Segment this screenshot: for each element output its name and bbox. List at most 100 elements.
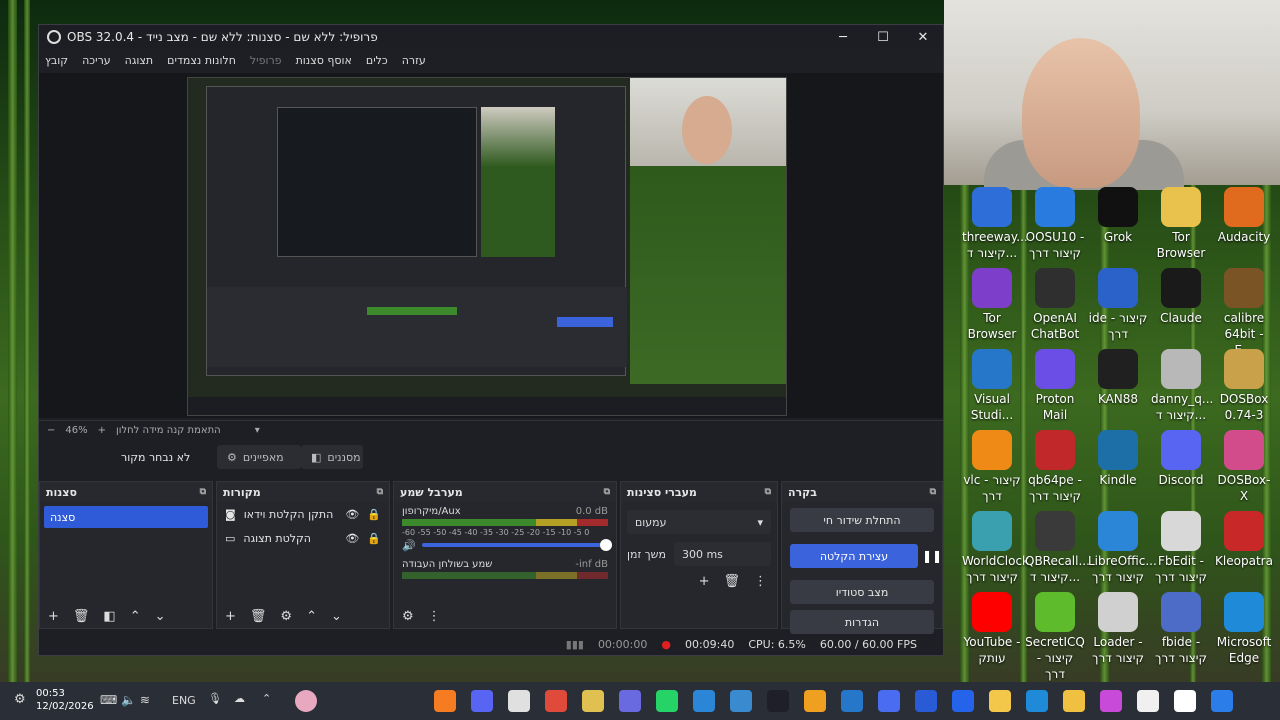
taskbar-app-icon[interactable]: [434, 690, 456, 712]
taskbar-app-icon[interactable]: [841, 690, 863, 712]
taskbar-app-icon[interactable]: [656, 690, 678, 712]
remove-scene-icon[interactable]: 🗑: [73, 609, 90, 624]
chevron-up-icon[interactable]: ⌃: [262, 692, 271, 705]
eye-icon[interactable]: 👁: [345, 508, 359, 521]
scene-filter-icon[interactable]: ◧: [103, 609, 115, 624]
taskbar-app-icon[interactable]: [619, 690, 641, 712]
source-settings-icon[interactable]: ⚙: [280, 609, 292, 624]
taskbar-app-icon[interactable]: [1174, 690, 1196, 712]
cloud-icon[interactable]: ☁: [234, 692, 245, 705]
desktop-icon[interactable]: Claude: [1151, 266, 1211, 326]
desktop-icon[interactable]: QBRecall... קיצור ד...: [1025, 509, 1090, 585]
desktop-icon[interactable]: Proton Mail: [1025, 347, 1085, 423]
desktop-icon[interactable]: DOSBox 0.74-3: [1214, 347, 1274, 423]
desktop-icon[interactable]: Visual Studi...: [962, 347, 1022, 423]
taskbar-app-icon[interactable]: [545, 690, 567, 712]
desktop-icon[interactable]: threeway... קיצור ד...: [962, 185, 1028, 261]
desktop-icon[interactable]: Tor Browser: [962, 266, 1022, 342]
desktop-icon[interactable]: fbide - קיצור דרך: [1151, 590, 1211, 666]
desktop-icon[interactable]: SecretICQ - קיצור דרך: [1025, 590, 1085, 682]
desktop-icon[interactable]: KAN88: [1088, 347, 1148, 407]
taskbar-app-icon[interactable]: [915, 690, 937, 712]
desktop-icon[interactable]: danny_q... קיצור ד...: [1151, 347, 1213, 423]
zoom-out-icon[interactable]: −: [47, 425, 55, 436]
transition-menu-icon[interactable]: ⋮: [754, 574, 767, 589]
zoom-in-icon[interactable]: +: [98, 425, 106, 436]
undock-icon[interactable]: ⧉: [377, 487, 383, 497]
desktop-icon[interactable]: YouTube - עותק: [962, 590, 1022, 666]
preview-area[interactable]: [39, 73, 943, 418]
mic-volume-slider[interactable]: [421, 539, 612, 551]
desktop-icon[interactable]: DOSBox-X: [1214, 428, 1274, 504]
desktop-icon[interactable]: WorldClock קיצור דרך: [962, 509, 1029, 585]
pause-icon[interactable]: ❚❚: [922, 549, 942, 563]
remove-source-icon[interactable]: 🗑: [250, 609, 267, 624]
menu-help[interactable]: עזרה: [402, 54, 426, 67]
tray-icons[interactable]: ⌨ 🔈 ≋: [100, 693, 150, 707]
menu-tools[interactable]: כלים: [366, 54, 388, 67]
properties-button[interactable]: ⚙ מאפיינים: [217, 445, 301, 469]
minimize-icon[interactable]: ─: [823, 30, 863, 45]
stop-recording-button[interactable]: עצירת הקלטה: [790, 544, 918, 568]
menu-profile[interactable]: פרופיל: [250, 54, 282, 67]
undock-icon[interactable]: ⧉: [765, 487, 771, 497]
taskbar-app-icon[interactable]: [1137, 690, 1159, 712]
add-scene-icon[interactable]: +: [48, 609, 59, 624]
settings-tray-icon[interactable]: ⚙: [14, 692, 26, 707]
taskbar-app-icon[interactable]: [1026, 690, 1048, 712]
studio-mode-button[interactable]: מצב סטודיו: [790, 580, 934, 604]
taskbar-app-icon[interactable]: [693, 690, 715, 712]
desktop-icon[interactable]: Tor Browser: [1151, 185, 1211, 261]
taskbar-app-icon[interactable]: [767, 690, 789, 712]
taskbar-app-icon[interactable]: [508, 690, 530, 712]
add-transition-icon[interactable]: +: [699, 574, 710, 589]
scene-item[interactable]: סצנה: [44, 506, 208, 528]
desktop-icon[interactable]: OpenAI ChatBot: [1025, 266, 1085, 342]
desktop-icon[interactable]: ide - קיצור דרך: [1088, 266, 1148, 342]
desktop-icon[interactable]: Kleopatra: [1214, 509, 1274, 569]
menu-docks[interactable]: חלונות נצמדים: [167, 54, 236, 67]
taskbar-app-icon[interactable]: [582, 690, 604, 712]
taskbar-app-icon[interactable]: [804, 690, 826, 712]
source-item[interactable]: ◙ התקן הקלטת וידאו 👁 🔒: [217, 502, 389, 526]
close-icon[interactable]: ✕: [903, 30, 943, 45]
filters-button[interactable]: ◧ מסננים: [301, 445, 363, 469]
duration-input[interactable]: 300 ms: [673, 542, 771, 566]
add-source-icon[interactable]: +: [225, 609, 236, 624]
taskbar-app-icon[interactable]: [471, 690, 493, 712]
move-down-icon[interactable]: ⌄: [331, 609, 342, 624]
move-up-icon[interactable]: ⌃: [130, 609, 141, 624]
start-streaming-button[interactable]: התחלת שידור חי: [790, 508, 934, 532]
desktop-icon[interactable]: OOSU10 - קיצור דרך: [1025, 185, 1085, 261]
zoom-dropdown-icon[interactable]: ▾: [255, 425, 260, 436]
taskbar-app-icon[interactable]: [989, 690, 1011, 712]
menu-file[interactable]: קובץ: [45, 54, 68, 67]
clock[interactable]: 00:53 12/02/2026: [36, 687, 94, 713]
language-indicator[interactable]: ENG: [172, 694, 196, 707]
transition-select[interactable]: עמעום ▾: [627, 510, 771, 534]
taskbar-app-icon[interactable]: [1100, 690, 1122, 712]
taskbar-app-icon[interactable]: [1063, 690, 1085, 712]
taskbar-app-icon[interactable]: [730, 690, 752, 712]
speaker-icon[interactable]: 🔊: [402, 539, 416, 552]
desktop-icon[interactable]: Grok: [1088, 185, 1148, 245]
taskbar-app-icon[interactable]: [1211, 690, 1233, 712]
desktop-icon[interactable]: qb64pe - קיצור דרך: [1025, 428, 1085, 504]
remove-transition-icon[interactable]: 🗑: [723, 574, 740, 589]
app-icon[interactable]: [295, 690, 317, 712]
undock-icon[interactable]: ⧉: [930, 487, 936, 497]
taskbar-app-icon[interactable]: [878, 690, 900, 712]
mixer-settings-icon[interactable]: ⚙: [402, 609, 414, 624]
source-item[interactable]: ▭ הקלטת תצוגה 👁 🔒: [217, 526, 389, 550]
zoom-mode[interactable]: התאמת קנה מידה לחלון: [116, 425, 221, 436]
desktop-icon[interactable]: vlc - קיצור דרך: [962, 428, 1022, 504]
undock-icon[interactable]: ⧉: [200, 487, 206, 497]
maximize-icon[interactable]: ☐: [863, 30, 903, 45]
eye-icon[interactable]: 👁: [345, 532, 359, 545]
mixer-menu-icon[interactable]: ⋮: [428, 609, 441, 624]
desktop-icon[interactable]: calibre 64bit - E...: [1214, 266, 1274, 358]
desktop-icon[interactable]: Discord: [1151, 428, 1211, 488]
move-down-icon[interactable]: ⌄: [155, 609, 166, 624]
desktop-icon[interactable]: Kindle: [1088, 428, 1148, 488]
undock-icon[interactable]: ⧉: [604, 487, 610, 497]
